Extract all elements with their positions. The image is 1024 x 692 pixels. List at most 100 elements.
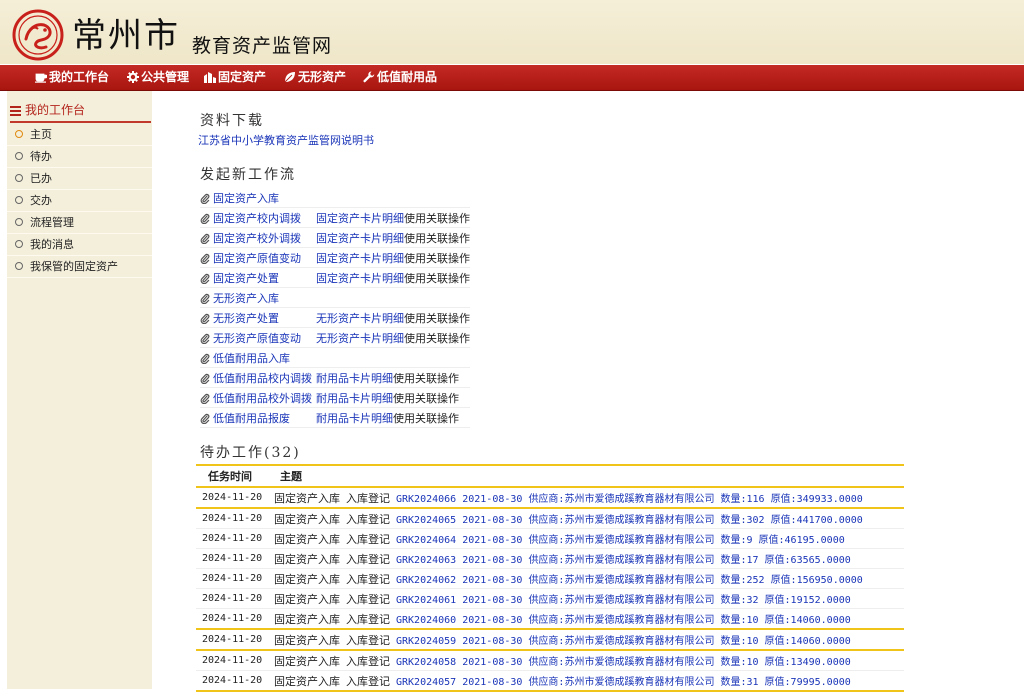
original-value: 原值:63565.0000: [764, 554, 851, 566]
quantity: 数量:10: [720, 614, 759, 626]
paperclip-icon: [200, 393, 210, 404]
quantity: 数量:252: [720, 574, 765, 586]
todo-row[interactable]: 2024-11-20 固定资产入库 入库登记 GRK2024062 2021-08-30…: [196, 568, 904, 589]
receipt-code: GRK2024063: [396, 554, 457, 566]
sidebar-item-assigned[interactable]: 交办: [7, 190, 152, 212]
todo-row[interactable]: 2024-11-20 固定资产入库 入库登记 GRK2024065 2021-08-30…: [196, 508, 904, 529]
workflow-start-link[interactable]: 固定资产处置: [213, 272, 279, 285]
workflow-start-link[interactable]: 无形资产原值变动: [213, 332, 301, 345]
quantity: 数量:10: [720, 635, 759, 647]
todo-header-row: 任务时间 主题: [196, 465, 904, 488]
task-subject-link[interactable]: GRK2024063 2021-08-30 供应商:苏州市爱德成蹊教育器材有限公司数…: [396, 555, 851, 566]
task-subject-link[interactable]: GRK2024060 2021-08-30 供应商:苏州市爱德成蹊教育器材有限公司数…: [396, 615, 851, 626]
paperclip-icon: [200, 413, 210, 424]
asset-card-detail-link[interactable]: 无形资产卡片明细: [316, 332, 404, 345]
city-seal-logo: [12, 9, 64, 61]
task-time: 2024-11-20: [196, 528, 268, 549]
related-operation-note: 使用关联操作: [393, 391, 459, 405]
manual-download-link[interactable]: 江苏省中小学教育资产监管网说明书: [198, 132, 374, 148]
sidebar-item-home[interactable]: 主页: [7, 124, 152, 146]
todo-table: 任务时间 主题 2024-11-20 固定资产入库 入库登记 GRK2024066 20…: [196, 464, 904, 692]
workflow-start-link[interactable]: 低值耐用品校内调拨: [213, 372, 312, 385]
nav-label: 公共管理: [141, 70, 190, 84]
nav-item-low-value-durables[interactable]: 低值耐用品: [363, 65, 437, 90]
workflow-row: 无形资产入库: [200, 287, 470, 308]
todo-row[interactable]: 2024-11-20 固定资产入库 入库登记 GRK2024061 2021-08-30…: [196, 588, 904, 609]
workflow-start-link[interactable]: 低值耐用品入库: [213, 352, 290, 365]
paperclip-icon: [200, 273, 210, 284]
city-name: 常州市: [72, 16, 180, 56]
original-value: 原值:13490.0000: [764, 656, 851, 668]
nav-item-workbench[interactable]: 我的工作台: [35, 65, 109, 90]
task-subject-link[interactable]: GRK2024062 2021-08-30 供应商:苏州市爱德成蹊教育器材有限公司数…: [396, 575, 863, 586]
workflow-start-link[interactable]: 无形资产处置: [213, 312, 279, 325]
sidebar-item-my-fixed-assets[interactable]: 我保管的固定资产: [7, 256, 152, 278]
sidebar-item-process-management[interactable]: 流程管理: [7, 212, 152, 234]
asset-card-detail-link[interactable]: 固定资产卡片明细: [316, 212, 404, 225]
asset-card-detail-link[interactable]: 耐用品卡片明细: [316, 412, 393, 425]
task-subject-link[interactable]: GRK2024064 2021-08-30 供应商:苏州市爱德成蹊教育器材有限公司数…: [396, 535, 845, 546]
task-subject-link[interactable]: GRK2024058 2021-08-30 供应商:苏州市爱德成蹊教育器材有限公司数…: [396, 657, 851, 668]
workflow-start-link[interactable]: 无形资产入库: [213, 292, 279, 305]
quantity: 数量:17: [720, 554, 759, 566]
original-value: 原值:19152.0000: [764, 594, 851, 606]
workflow-row: 低值耐用品校内调拨 耐用品卡片明细使用关联操作: [200, 367, 470, 388]
workflow-start-link[interactable]: 固定资产校内调拨: [213, 212, 301, 225]
task-step: 入库登记: [346, 674, 390, 688]
asset-card-detail-link[interactable]: 固定资产卡片明细: [316, 232, 404, 245]
receipt-date: 2021-08-30: [462, 614, 523, 626]
nav-label: 固定资产: [218, 70, 267, 84]
todo-row[interactable]: 2024-11-20 固定资产入库 入库登记 GRK2024066 2021-08-30…: [196, 487, 904, 509]
circle-bullet-icon: [15, 240, 23, 248]
receipt-date: 2021-08-30: [462, 534, 523, 546]
task-subject-link[interactable]: GRK2024059 2021-08-30 供应商:苏州市爱德成蹊教育器材有限公司数…: [396, 636, 851, 647]
task-type: 固定资产入库: [274, 532, 340, 546]
receipt-date: 2021-08-30: [462, 656, 523, 668]
workflow-start-link[interactable]: 固定资产原值变动: [213, 252, 301, 265]
menu-icon: [10, 106, 21, 116]
supplier: 供应商:苏州市爱德成蹊教育器材有限公司: [528, 676, 715, 688]
task-subject-link[interactable]: GRK2024061 2021-08-30 供应商:苏州市爱德成蹊教育器材有限公司数…: [396, 595, 851, 606]
nav-item-intangible-assets[interactable]: 无形资产: [284, 65, 346, 90]
workflow-start-link[interactable]: 固定资产入库: [213, 192, 279, 205]
sidebar-item-pending[interactable]: 待办: [7, 146, 152, 168]
todo-row[interactable]: 2024-11-20 固定资产入库 入库登记 GRK2024058 2021-08-30…: [196, 650, 904, 671]
asset-card-detail-link[interactable]: 固定资产卡片明细: [316, 272, 404, 285]
quantity: 数量:116: [720, 493, 765, 505]
nav-item-public-management[interactable]: 公共管理: [127, 65, 189, 90]
todo-row[interactable]: 2024-11-20 固定资产入库 入库登记 GRK2024063 2021-08-30…: [196, 548, 904, 569]
receipt-code: GRK2024062: [396, 574, 457, 586]
workflow-start-link[interactable]: 低值耐用品报废: [213, 412, 290, 425]
task-subject-link[interactable]: GRK2024057 2021-08-30 供应商:苏州市爱德成蹊教育器材有限公司数…: [396, 677, 851, 688]
todo-row[interactable]: 2024-11-20 固定资产入库 入库登记 GRK2024064 2021-08-30…: [196, 528, 904, 549]
original-value: 原值:79995.0000: [764, 676, 851, 688]
task-step: 入库登记: [346, 491, 390, 505]
column-header-subject: 主题: [268, 465, 904, 488]
task-subject-link[interactable]: GRK2024066 2021-08-30 供应商:苏州市爱德成蹊教育器材有限公司数…: [396, 494, 863, 505]
original-value: 原值:349933.0000: [770, 493, 863, 505]
workflow-start-link[interactable]: 固定资产校外调拨: [213, 232, 301, 245]
workflow-row: 固定资产入库: [200, 188, 470, 208]
workflow-row: 固定资产校外调拨 固定资产卡片明细使用关联操作: [200, 227, 470, 248]
nav-item-fixed-assets[interactable]: 固定资产: [204, 65, 266, 90]
workflow-row: 无形资产处置 无形资产卡片明细使用关联操作: [200, 307, 470, 328]
task-subject-link[interactable]: GRK2024065 2021-08-30 供应商:苏州市爱德成蹊教育器材有限公司数…: [396, 515, 863, 526]
cup-icon: [35, 73, 48, 83]
asset-card-detail-link[interactable]: 耐用品卡片明细: [316, 372, 393, 385]
task-time: 2024-11-20: [196, 608, 268, 630]
sidebar-item-messages[interactable]: 我的消息: [7, 234, 152, 256]
todo-row[interactable]: 2024-11-20 固定资产入库 入库登记 GRK2024060 2021-08-30…: [196, 608, 904, 630]
paperclip-icon: [200, 253, 210, 264]
receipt-date: 2021-08-30: [462, 493, 523, 505]
workflow-list: 固定资产入库 固定资产校内调拨 固定资产卡片明细使用关联操作 固定资产校外调拨 固定资产…: [200, 188, 470, 428]
task-type: 固定资产入库: [274, 592, 340, 606]
asset-card-detail-link[interactable]: 耐用品卡片明细: [316, 392, 393, 405]
workflow-start-link[interactable]: 低值耐用品校外调拨: [213, 392, 312, 405]
todo-row[interactable]: 2024-11-20 固定资产入库 入库登记 GRK2024057 2021-08-30…: [196, 670, 904, 692]
asset-card-detail-link[interactable]: 无形资产卡片明细: [316, 312, 404, 325]
site-name: 教育资产监管网: [192, 35, 333, 57]
todo-row[interactable]: 2024-11-20 固定资产入库 入库登记 GRK2024059 2021-08-30…: [196, 629, 904, 651]
asset-card-detail-link[interactable]: 固定资产卡片明细: [316, 252, 404, 265]
sidebar-item-done[interactable]: 已办: [7, 168, 152, 190]
receipt-code: GRK2024057: [396, 676, 457, 688]
